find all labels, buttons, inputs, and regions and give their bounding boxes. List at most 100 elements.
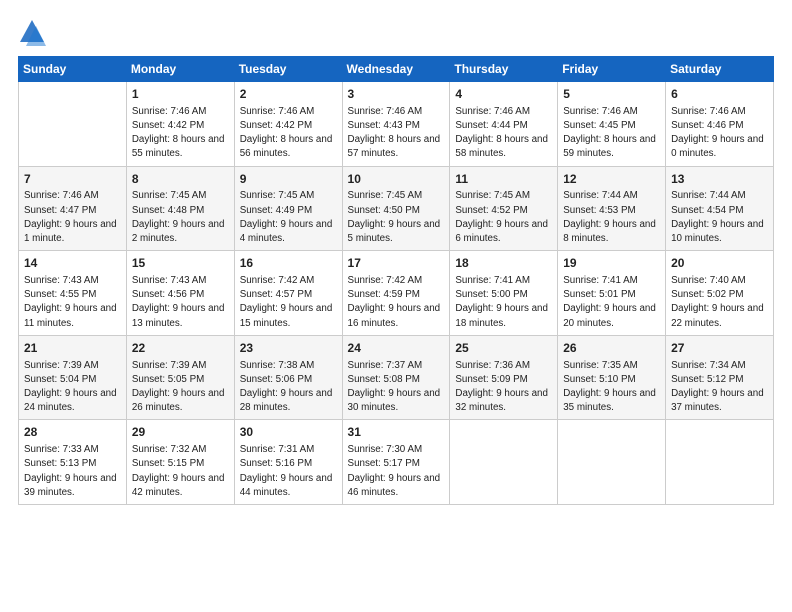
calendar-week-3: 14Sunrise: 7:43 AMSunset: 4:55 PMDayligh…	[19, 251, 774, 336]
cell-day-number: 28	[24, 424, 121, 441]
cell-day-number: 26	[563, 340, 660, 357]
calendar-cell: 24 Sunrise: 7:37 AMSunset: 5:08 PMDayligh…	[342, 335, 450, 420]
logo	[18, 18, 50, 46]
calendar-cell: 21 Sunrise: 7:39 AMSunset: 5:04 PMDayligh…	[19, 335, 127, 420]
cell-info: Sunrise: 7:46 AMSunset: 4:47 PMDaylight:…	[24, 189, 121, 246]
calendar-cell: 26 Sunrise: 7:35 AMSunset: 5:10 PMDayligh…	[558, 335, 666, 420]
cell-day-number: 22	[132, 340, 229, 357]
header-day-thursday: Thursday	[450, 57, 558, 82]
cell-day-number: 13	[671, 171, 768, 188]
cell-day-number: 7	[24, 171, 121, 188]
calendar-cell: 19 Sunrise: 7:41 AMSunset: 5:01 PMDayligh…	[558, 251, 666, 336]
cell-info: Sunrise: 7:43 AMSunset: 4:56 PMDaylight:…	[132, 274, 229, 331]
cell-day-number: 1	[132, 86, 229, 103]
cell-info: Sunrise: 7:42 AMSunset: 4:59 PMDaylight:…	[348, 274, 445, 331]
cell-info: Sunrise: 7:41 AMSunset: 5:00 PMDaylight:…	[455, 274, 552, 331]
calendar-cell: 22 Sunrise: 7:39 AMSunset: 5:05 PMDayligh…	[126, 335, 234, 420]
cell-day-number: 27	[671, 340, 768, 357]
header-day-sunday: Sunday	[19, 57, 127, 82]
calendar-cell: 3Sunrise: 7:46 AMSunset: 4:43 PMDaylight…	[342, 82, 450, 167]
header	[18, 18, 774, 46]
calendar-cell: 28 Sunrise: 7:33 AMSunset: 5:13 PMDayligh…	[19, 420, 127, 505]
cell-info: Sunrise: 7:46 AMSunset: 4:42 PMDaylight:…	[240, 105, 337, 162]
calendar-cell: 15 Sunrise: 7:43 AMSunset: 4:56 PMDayligh…	[126, 251, 234, 336]
calendar-cell: 31 Sunrise: 7:30 AMSunset: 5:17 PMDayligh…	[342, 420, 450, 505]
cell-day-number: 9	[240, 171, 337, 188]
cell-day-number: 30	[240, 424, 337, 441]
calendar-cell: 5 Sunrise: 7:46 AMSunset: 4:45 PMDaylight…	[558, 82, 666, 167]
cell-info: Sunrise: 7:45 AMSunset: 4:52 PMDaylight:…	[455, 189, 552, 246]
cell-info: Sunrise: 7:46 AMSunset: 4:46 PMDaylight:…	[671, 105, 768, 162]
calendar-cell: 9Sunrise: 7:45 AMSunset: 4:49 PMDaylight…	[234, 166, 342, 251]
cell-day-number: 12	[563, 171, 660, 188]
cell-day-number: 11	[455, 171, 552, 188]
calendar-cell: 29 Sunrise: 7:32 AMSunset: 5:15 PMDayligh…	[126, 420, 234, 505]
cell-day-number: 31	[348, 424, 445, 441]
cell-info: Sunrise: 7:45 AMSunset: 4:50 PMDaylight:…	[348, 189, 445, 246]
page: SundayMondayTuesdayWednesdayThursdayFrid…	[0, 0, 792, 612]
cell-info: Sunrise: 7:41 AMSunset: 5:01 PMDaylight:…	[563, 274, 660, 331]
cell-day-number: 23	[240, 340, 337, 357]
cell-info: Sunrise: 7:44 AMSunset: 4:53 PMDaylight:…	[563, 189, 660, 246]
cell-info: Sunrise: 7:43 AMSunset: 4:55 PMDaylight:…	[24, 274, 121, 331]
calendar-cell: 23 Sunrise: 7:38 AMSunset: 5:06 PMDayligh…	[234, 335, 342, 420]
cell-day-number: 19	[563, 255, 660, 272]
cell-day-number: 5	[563, 86, 660, 103]
calendar-cell: 14Sunrise: 7:43 AMSunset: 4:55 PMDayligh…	[19, 251, 127, 336]
cell-day-number: 4	[455, 86, 552, 103]
calendar-cell: 27 Sunrise: 7:34 AMSunset: 5:12 PMDayligh…	[666, 335, 774, 420]
cell-info: Sunrise: 7:38 AMSunset: 5:06 PMDaylight:…	[240, 359, 337, 416]
cell-info: Sunrise: 7:33 AMSunset: 5:13 PMDaylight:…	[24, 443, 121, 500]
cell-info: Sunrise: 7:46 AMSunset: 4:45 PMDaylight:…	[563, 105, 660, 162]
cell-info: Sunrise: 7:45 AMSunset: 4:49 PMDaylight:…	[240, 189, 337, 246]
cell-info: Sunrise: 7:31 AMSunset: 5:16 PMDaylight:…	[240, 443, 337, 500]
calendar-week-1: 1 Sunrise: 7:46 AMSunset: 4:42 PMDaylight…	[19, 82, 774, 167]
calendar-week-5: 28 Sunrise: 7:33 AMSunset: 5:13 PMDayligh…	[19, 420, 774, 505]
calendar-header-row: SundayMondayTuesdayWednesdayThursdayFrid…	[19, 57, 774, 82]
cell-info: Sunrise: 7:37 AMSunset: 5:08 PMDaylight:…	[348, 359, 445, 416]
calendar-cell	[666, 420, 774, 505]
cell-day-number: 21	[24, 340, 121, 357]
calendar-cell: 16 Sunrise: 7:42 AMSunset: 4:57 PMDayligh…	[234, 251, 342, 336]
cell-day-number: 16	[240, 255, 337, 272]
calendar-cell: 6 Sunrise: 7:46 AMSunset: 4:46 PMDaylight…	[666, 82, 774, 167]
cell-info: Sunrise: 7:39 AMSunset: 5:05 PMDaylight:…	[132, 359, 229, 416]
cell-info: Sunrise: 7:32 AMSunset: 5:15 PMDaylight:…	[132, 443, 229, 500]
cell-day-number: 2	[240, 86, 337, 103]
cell-info: Sunrise: 7:46 AMSunset: 4:42 PMDaylight:…	[132, 105, 229, 162]
cell-info: Sunrise: 7:39 AMSunset: 5:04 PMDaylight:…	[24, 359, 121, 416]
cell-info: Sunrise: 7:34 AMSunset: 5:12 PMDaylight:…	[671, 359, 768, 416]
cell-info: Sunrise: 7:44 AMSunset: 4:54 PMDaylight:…	[671, 189, 768, 246]
cell-day-number: 17	[348, 255, 445, 272]
cell-info: Sunrise: 7:30 AMSunset: 5:17 PMDaylight:…	[348, 443, 445, 500]
calendar-cell: 17 Sunrise: 7:42 AMSunset: 4:59 PMDayligh…	[342, 251, 450, 336]
cell-day-number: 6	[671, 86, 768, 103]
cell-info: Sunrise: 7:36 AMSunset: 5:09 PMDaylight:…	[455, 359, 552, 416]
cell-day-number: 10	[348, 171, 445, 188]
cell-day-number: 24	[348, 340, 445, 357]
calendar-cell	[558, 420, 666, 505]
calendar-cell: 1 Sunrise: 7:46 AMSunset: 4:42 PMDaylight…	[126, 82, 234, 167]
cell-info: Sunrise: 7:42 AMSunset: 4:57 PMDaylight:…	[240, 274, 337, 331]
calendar-cell: 20Sunrise: 7:40 AMSunset: 5:02 PMDayligh…	[666, 251, 774, 336]
calendar-cell	[19, 82, 127, 167]
calendar-cell: 13Sunrise: 7:44 AMSunset: 4:54 PMDayligh…	[666, 166, 774, 251]
cell-day-number: 15	[132, 255, 229, 272]
calendar-cell: 7Sunrise: 7:46 AMSunset: 4:47 PMDaylight…	[19, 166, 127, 251]
calendar-week-4: 21 Sunrise: 7:39 AMSunset: 5:04 PMDayligh…	[19, 335, 774, 420]
cell-info: Sunrise: 7:45 AMSunset: 4:48 PMDaylight:…	[132, 189, 229, 246]
cell-day-number: 29	[132, 424, 229, 441]
cell-day-number: 25	[455, 340, 552, 357]
header-day-friday: Friday	[558, 57, 666, 82]
cell-info: Sunrise: 7:46 AMSunset: 4:43 PMDaylight:…	[348, 105, 445, 162]
calendar-cell: 18 Sunrise: 7:41 AMSunset: 5:00 PMDayligh…	[450, 251, 558, 336]
calendar-cell: 10Sunrise: 7:45 AMSunset: 4:50 PMDayligh…	[342, 166, 450, 251]
cell-info: Sunrise: 7:40 AMSunset: 5:02 PMDaylight:…	[671, 274, 768, 331]
calendar-cell: 11Sunrise: 7:45 AMSunset: 4:52 PMDayligh…	[450, 166, 558, 251]
cell-day-number: 8	[132, 171, 229, 188]
cell-day-number: 18	[455, 255, 552, 272]
calendar-cell: 12Sunrise: 7:44 AMSunset: 4:53 PMDayligh…	[558, 166, 666, 251]
cell-info: Sunrise: 7:35 AMSunset: 5:10 PMDaylight:…	[563, 359, 660, 416]
calendar-cell: 25 Sunrise: 7:36 AMSunset: 5:09 PMDayligh…	[450, 335, 558, 420]
logo-icon	[18, 18, 46, 46]
